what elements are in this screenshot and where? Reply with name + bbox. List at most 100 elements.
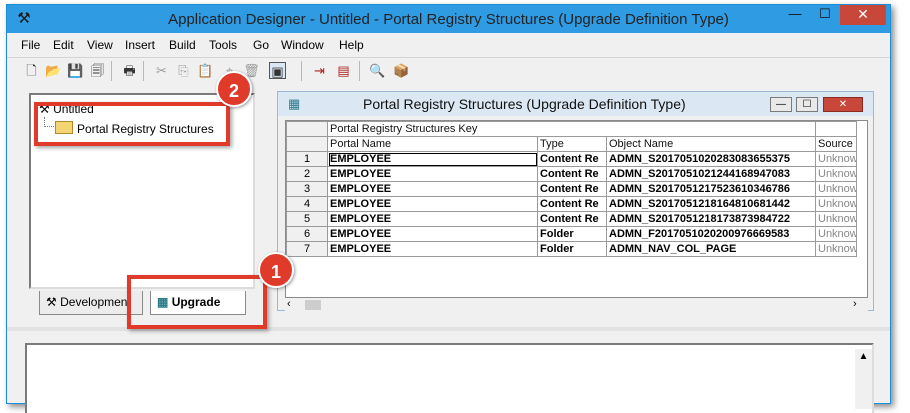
output-window[interactable] (25, 343, 874, 413)
table-row[interactable]: 3 EMPLOYEE Content Re ADMN_S201705121752361… (286, 181, 857, 197)
row-number-cell[interactable]: 4 (286, 196, 328, 212)
type-cell[interactable]: Content Re (537, 166, 607, 182)
maximize-button[interactable]: ☐ (812, 5, 838, 25)
object-name-cell[interactable]: ADMN_S201705121817387398472​2 (606, 211, 816, 227)
column-header-row: Portal Name Type Object Name Source (286, 136, 857, 152)
insert-into-project-icon[interactable]: ⇥ (311, 62, 328, 79)
toolbar: 🗋 📂 💾 🗐 🖶 ✂ ⎘ 📋 ⌖ 🗑 ▣ ⇥ ▤ 🔍 📦 (7, 57, 890, 83)
menu-file[interactable]: File (21, 38, 40, 52)
portal-name-cell[interactable]: EMPLOYEE (327, 241, 538, 257)
table-row[interactable]: 2 EMPLOYEE Content Re ADMN_S201705102124416… (286, 166, 857, 182)
title-bar[interactable]: ⚒ Application Designer - Untitled - Port… (7, 5, 890, 33)
scroll-thumb[interactable] (305, 300, 321, 310)
source-cell[interactable]: Unknow (815, 166, 857, 182)
portal-name-cell[interactable]: EMPLOYEE (327, 181, 538, 197)
table-row[interactable]: 5 EMPLOYEE Content Re ADMN_S201705121817387… (286, 211, 857, 227)
upgrade-definition-window: ▦ Portal Registry Structures (Upgrade De… (277, 91, 874, 312)
child-maximize-button[interactable]: ☐ (796, 97, 818, 112)
print-icon[interactable]: 🖶 (121, 62, 138, 79)
child-close-button[interactable]: ✕ (823, 97, 863, 112)
column-header-portal-name[interactable]: Portal Name (327, 136, 538, 152)
row-number-cell[interactable]: 1 (286, 151, 328, 167)
child-minimize-button[interactable]: — (770, 97, 792, 112)
object-name-cell[interactable]: ADMN_S201705121752361034678​6 (606, 181, 816, 197)
portal-name-cell[interactable]: EMPLOYEE (327, 166, 538, 182)
corner-cell[interactable] (286, 121, 328, 137)
close-button[interactable]: ✕ (840, 5, 886, 25)
column-header-type[interactable]: Type (537, 136, 607, 152)
callout-badge-1: 1 (258, 252, 294, 288)
horizontal-scrollbar[interactable]: ‹ › (285, 298, 868, 312)
source-cell[interactable]: Unknow (815, 196, 857, 212)
source-cell[interactable]: Unknow (815, 241, 857, 257)
menu-help[interactable]: Help (339, 38, 364, 52)
validate-icon[interactable]: 📦 (393, 62, 410, 79)
menu-bar: File Edit View Insert Build Tools Go Win… (7, 35, 890, 55)
source-cell[interactable]: Unknow (815, 181, 857, 197)
menu-edit[interactable]: Edit (53, 38, 74, 52)
menu-build[interactable]: Build (169, 38, 196, 52)
scroll-left-arrow-icon[interactable]: ‹ (287, 298, 291, 310)
open-icon[interactable]: 📂 (45, 62, 62, 79)
table-row[interactable]: 4 EMPLOYEE Content Re ADMN_S201705121816481… (286, 196, 857, 212)
upgrade-grid[interactable]: Portal Registry Structures Key Portal Na… (285, 120, 868, 298)
type-cell[interactable]: Content Re (537, 211, 607, 227)
type-cell[interactable]: Folder (537, 241, 607, 257)
new-icon[interactable]: 🗋 (23, 62, 40, 79)
row-number-cell[interactable]: 2 (286, 166, 328, 182)
scroll-right-arrow-icon[interactable]: › (853, 298, 857, 310)
table-row[interactable]: 6 EMPLOYEE Folder ADMN_F2017051020200976669… (286, 226, 857, 242)
menu-view[interactable]: View (87, 38, 113, 52)
object-name-cell[interactable]: ADMN_F201705102020097666958​3 (606, 226, 816, 242)
menu-go[interactable]: Go (253, 38, 269, 52)
type-cell[interactable]: Content Re (537, 196, 607, 212)
menu-tools[interactable]: Tools (209, 38, 237, 52)
child-title-bar[interactable]: ▦ Portal Registry Structures (Upgrade De… (278, 92, 873, 116)
build-icon[interactable]: ▤ (335, 62, 352, 79)
development-icon: ⚒ (46, 295, 57, 309)
source-cell[interactable]: Unknow (815, 211, 857, 227)
toolbar-separator (111, 61, 112, 81)
definitions-table: Portal Registry Structures Key Portal Na… (286, 121, 857, 257)
paste-icon[interactable]: 📋 (197, 62, 214, 79)
output-vertical-scrollbar[interactable]: ▲ (855, 349, 872, 409)
source-cell[interactable]: Unknow (815, 226, 857, 242)
upgrade-definition-icon: ▦ (288, 96, 301, 111)
minimize-button[interactable]: — (782, 5, 808, 25)
callout-highlight-tree-item (34, 102, 230, 146)
row-number-cell[interactable]: 6 (286, 226, 328, 242)
row-number-cell[interactable]: 3 (286, 181, 328, 197)
group-header: Portal Registry Structures Key (327, 121, 816, 137)
portal-name-cell[interactable]: EMPLOYEE (327, 226, 538, 242)
save-icon[interactable]: 💾 (67, 62, 84, 79)
object-name-cell[interactable]: ADMN_S201705102124416894708​3 (606, 166, 816, 182)
type-cell[interactable]: Content Re (537, 151, 607, 167)
find-definitions-icon[interactable]: 🔍 (369, 62, 386, 79)
menu-window[interactable]: Window (281, 38, 324, 52)
table-row[interactable]: 1 EMPLOYEE Content Re ADMN_S201705102028308… (286, 151, 857, 167)
object-name-cell[interactable]: ADMN_NAV_COL_PAGE (606, 241, 816, 257)
column-header-object-name[interactable]: Object Name (606, 136, 816, 152)
toolbar-separator (359, 61, 360, 81)
copy-icon[interactable]: ⎘ (175, 62, 192, 79)
row-number-cell[interactable]: 7 (286, 241, 328, 257)
cut-icon[interactable]: ✂ (153, 62, 170, 79)
application-window: ⚒ Application Designer - Untitled - Port… (6, 4, 891, 413)
source-cell[interactable]: Unknow (815, 151, 857, 167)
type-cell[interactable]: Folder (537, 226, 607, 242)
column-header-source[interactable]: Source (815, 136, 857, 152)
menu-insert[interactable]: Insert (125, 38, 155, 52)
properties-icon[interactable]: ▣ (269, 62, 286, 79)
scroll-up-arrow-icon[interactable]: ▲ (855, 351, 872, 362)
portal-name-cell[interactable]: EMPLOYEE (327, 151, 538, 167)
type-cell[interactable]: Content Re (537, 181, 607, 197)
object-name-cell[interactable]: ADMN_S20170510202830836553​75 (606, 151, 816, 167)
object-name-cell[interactable]: ADMN_S201705121816481068144​2 (606, 196, 816, 212)
table-row[interactable]: 7 EMPLOYEE Folder ADMN_NAV_COL_PAGE Unknow (286, 241, 857, 257)
save-all-icon[interactable]: 🗐 (89, 62, 106, 79)
row-number-cell[interactable]: 5 (286, 211, 328, 227)
row-number-header (286, 136, 328, 152)
portal-name-cell[interactable]: EMPLOYEE (327, 211, 538, 227)
portal-name-cell[interactable]: EMPLOYEE (327, 196, 538, 212)
child-window-title: Portal Registry Structures (Upgrade Defi… (363, 96, 686, 112)
